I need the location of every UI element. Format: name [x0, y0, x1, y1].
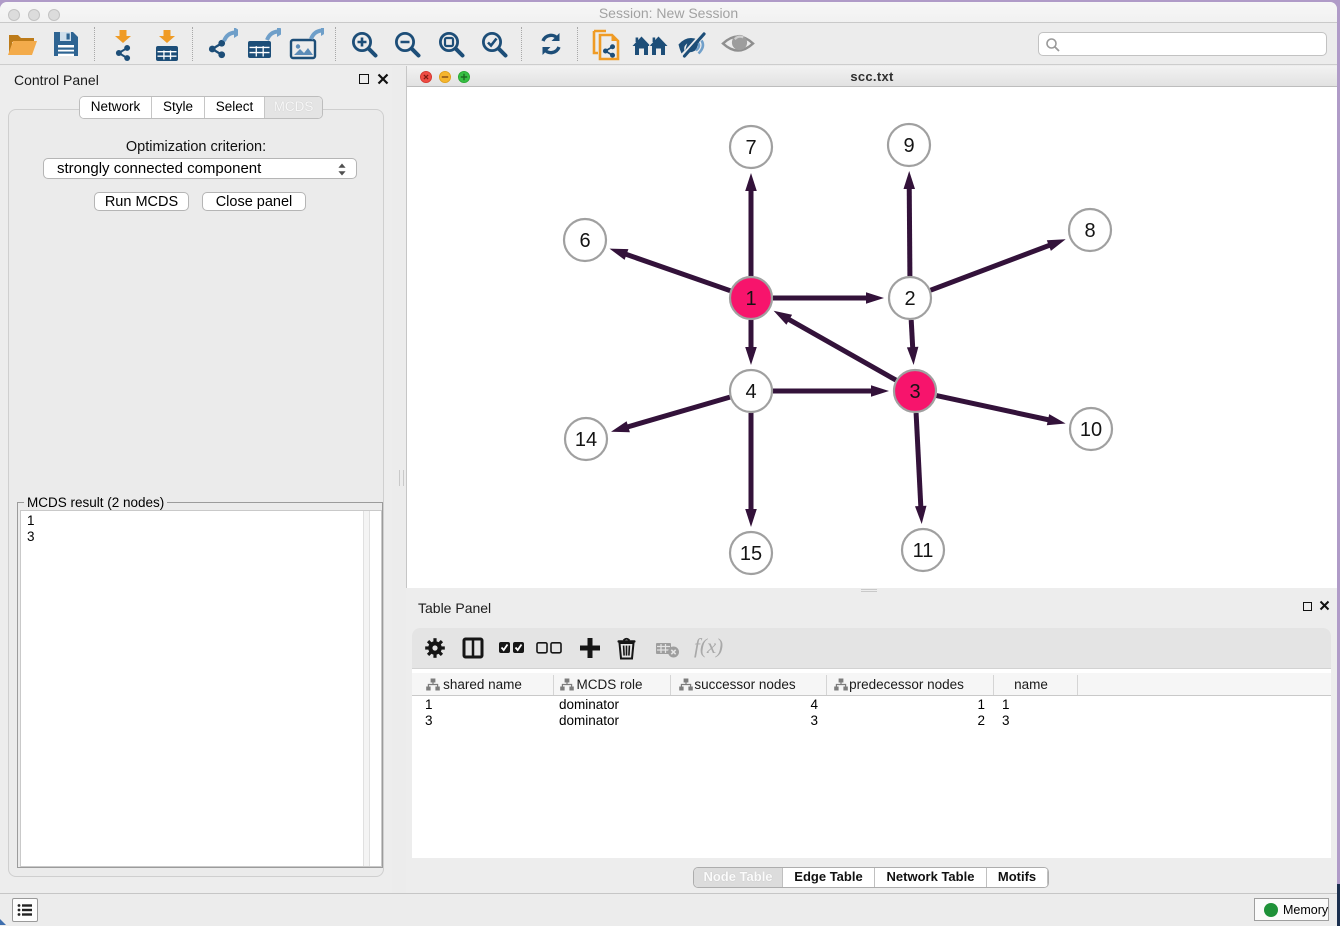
svg-text:15: 15	[740, 543, 762, 565]
svg-text:1: 1	[745, 288, 756, 310]
svg-text:2: 2	[904, 288, 915, 310]
svg-text:9: 9	[903, 135, 914, 157]
svg-text:10: 10	[1080, 419, 1102, 441]
svg-text:3: 3	[909, 381, 920, 403]
svg-text:6: 6	[579, 230, 590, 252]
svg-text:14: 14	[575, 429, 597, 451]
svg-text:4: 4	[745, 381, 756, 403]
svg-text:11: 11	[913, 540, 934, 562]
svg-text:8: 8	[1084, 220, 1095, 242]
svg-text:7: 7	[745, 137, 756, 159]
